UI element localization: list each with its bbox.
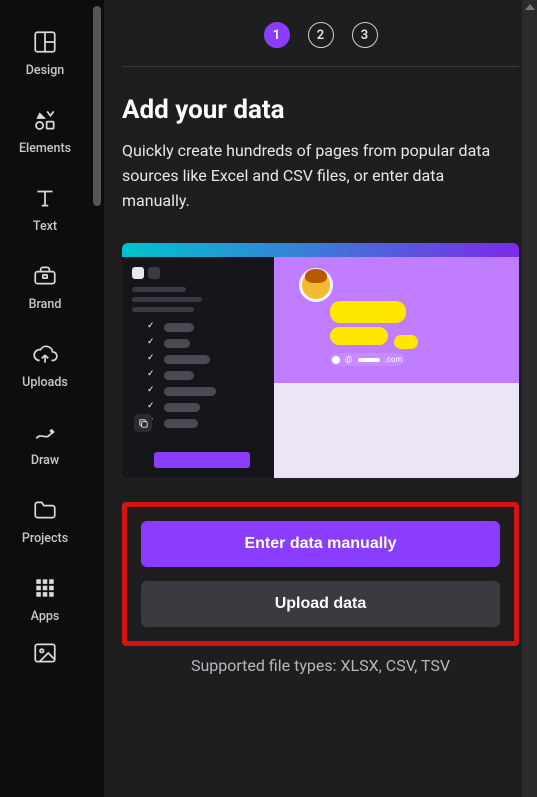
folder-icon	[32, 496, 58, 524]
sidebar-item-label: Design	[26, 63, 65, 78]
sidebar-item-elements[interactable]: Elements	[5, 92, 85, 170]
upload-data-button[interactable]: Upload data	[141, 581, 500, 627]
sidebar-item-apps[interactable]: Apps	[5, 560, 85, 638]
sidebar-item-label: Draw	[31, 453, 59, 468]
text-icon	[32, 184, 58, 212]
sidebar-item-label: Apps	[31, 609, 60, 624]
scroll-up-arrow-icon	[525, 4, 535, 10]
enter-data-manually-button[interactable]: Enter data manually	[141, 521, 500, 567]
illustration: @ .com	[122, 243, 519, 478]
step-3[interactable]: 3	[352, 22, 378, 48]
page-description: Quickly create hundreds of pages from po…	[122, 139, 519, 213]
cloud-upload-icon	[32, 340, 58, 368]
sidebar-item-projects[interactable]: Projects	[5, 482, 85, 560]
image-icon	[32, 640, 58, 670]
sidebar-item-uploads[interactable]: Uploads	[5, 326, 85, 404]
supported-file-types: Supported file types: XLSX, CSV, TSV	[122, 656, 519, 675]
stepper: 1 2 3	[122, 22, 519, 48]
sidebar: Design Elements Text Brand Uploads	[0, 0, 90, 797]
draw-icon	[32, 418, 58, 446]
bulk-create-panel: 1 2 3 Add your data Quickly create hundr…	[104, 0, 537, 797]
email-chip-illustration: @ .com	[330, 353, 405, 366]
avatar-illustration	[302, 271, 330, 299]
shapes-icon	[32, 106, 58, 134]
sidebar-item-brand[interactable]: Brand	[5, 248, 85, 326]
sidebar-item-design[interactable]: Design	[5, 14, 85, 92]
step-2[interactable]: 2	[308, 22, 334, 48]
sidebar-item-label: Brand	[29, 297, 62, 312]
copy-icon	[134, 414, 152, 432]
layout-icon	[32, 28, 58, 56]
sidebar-item-label: Elements	[19, 141, 71, 156]
sidebar-item-label: Uploads	[22, 375, 68, 390]
step-1[interactable]: 1	[264, 22, 290, 48]
sidebar-item-label: Projects	[22, 531, 68, 546]
stepper-divider	[122, 66, 519, 67]
briefcase-icon	[32, 262, 58, 290]
sidebar-item-label: Text	[33, 219, 57, 234]
sidebar-item-photos-partial[interactable]	[5, 640, 85, 670]
sidebar-item-draw[interactable]: Draw	[5, 404, 85, 482]
panel-scrollbar[interactable]	[522, 0, 537, 797]
sidebar-item-text[interactable]: Text	[5, 170, 85, 248]
highlighted-actions: Enter data manually Upload data	[122, 502, 519, 646]
page-title: Add your data	[122, 95, 519, 125]
sidebar-scrollbar[interactable]	[90, 0, 104, 797]
apps-grid-icon	[34, 574, 56, 602]
